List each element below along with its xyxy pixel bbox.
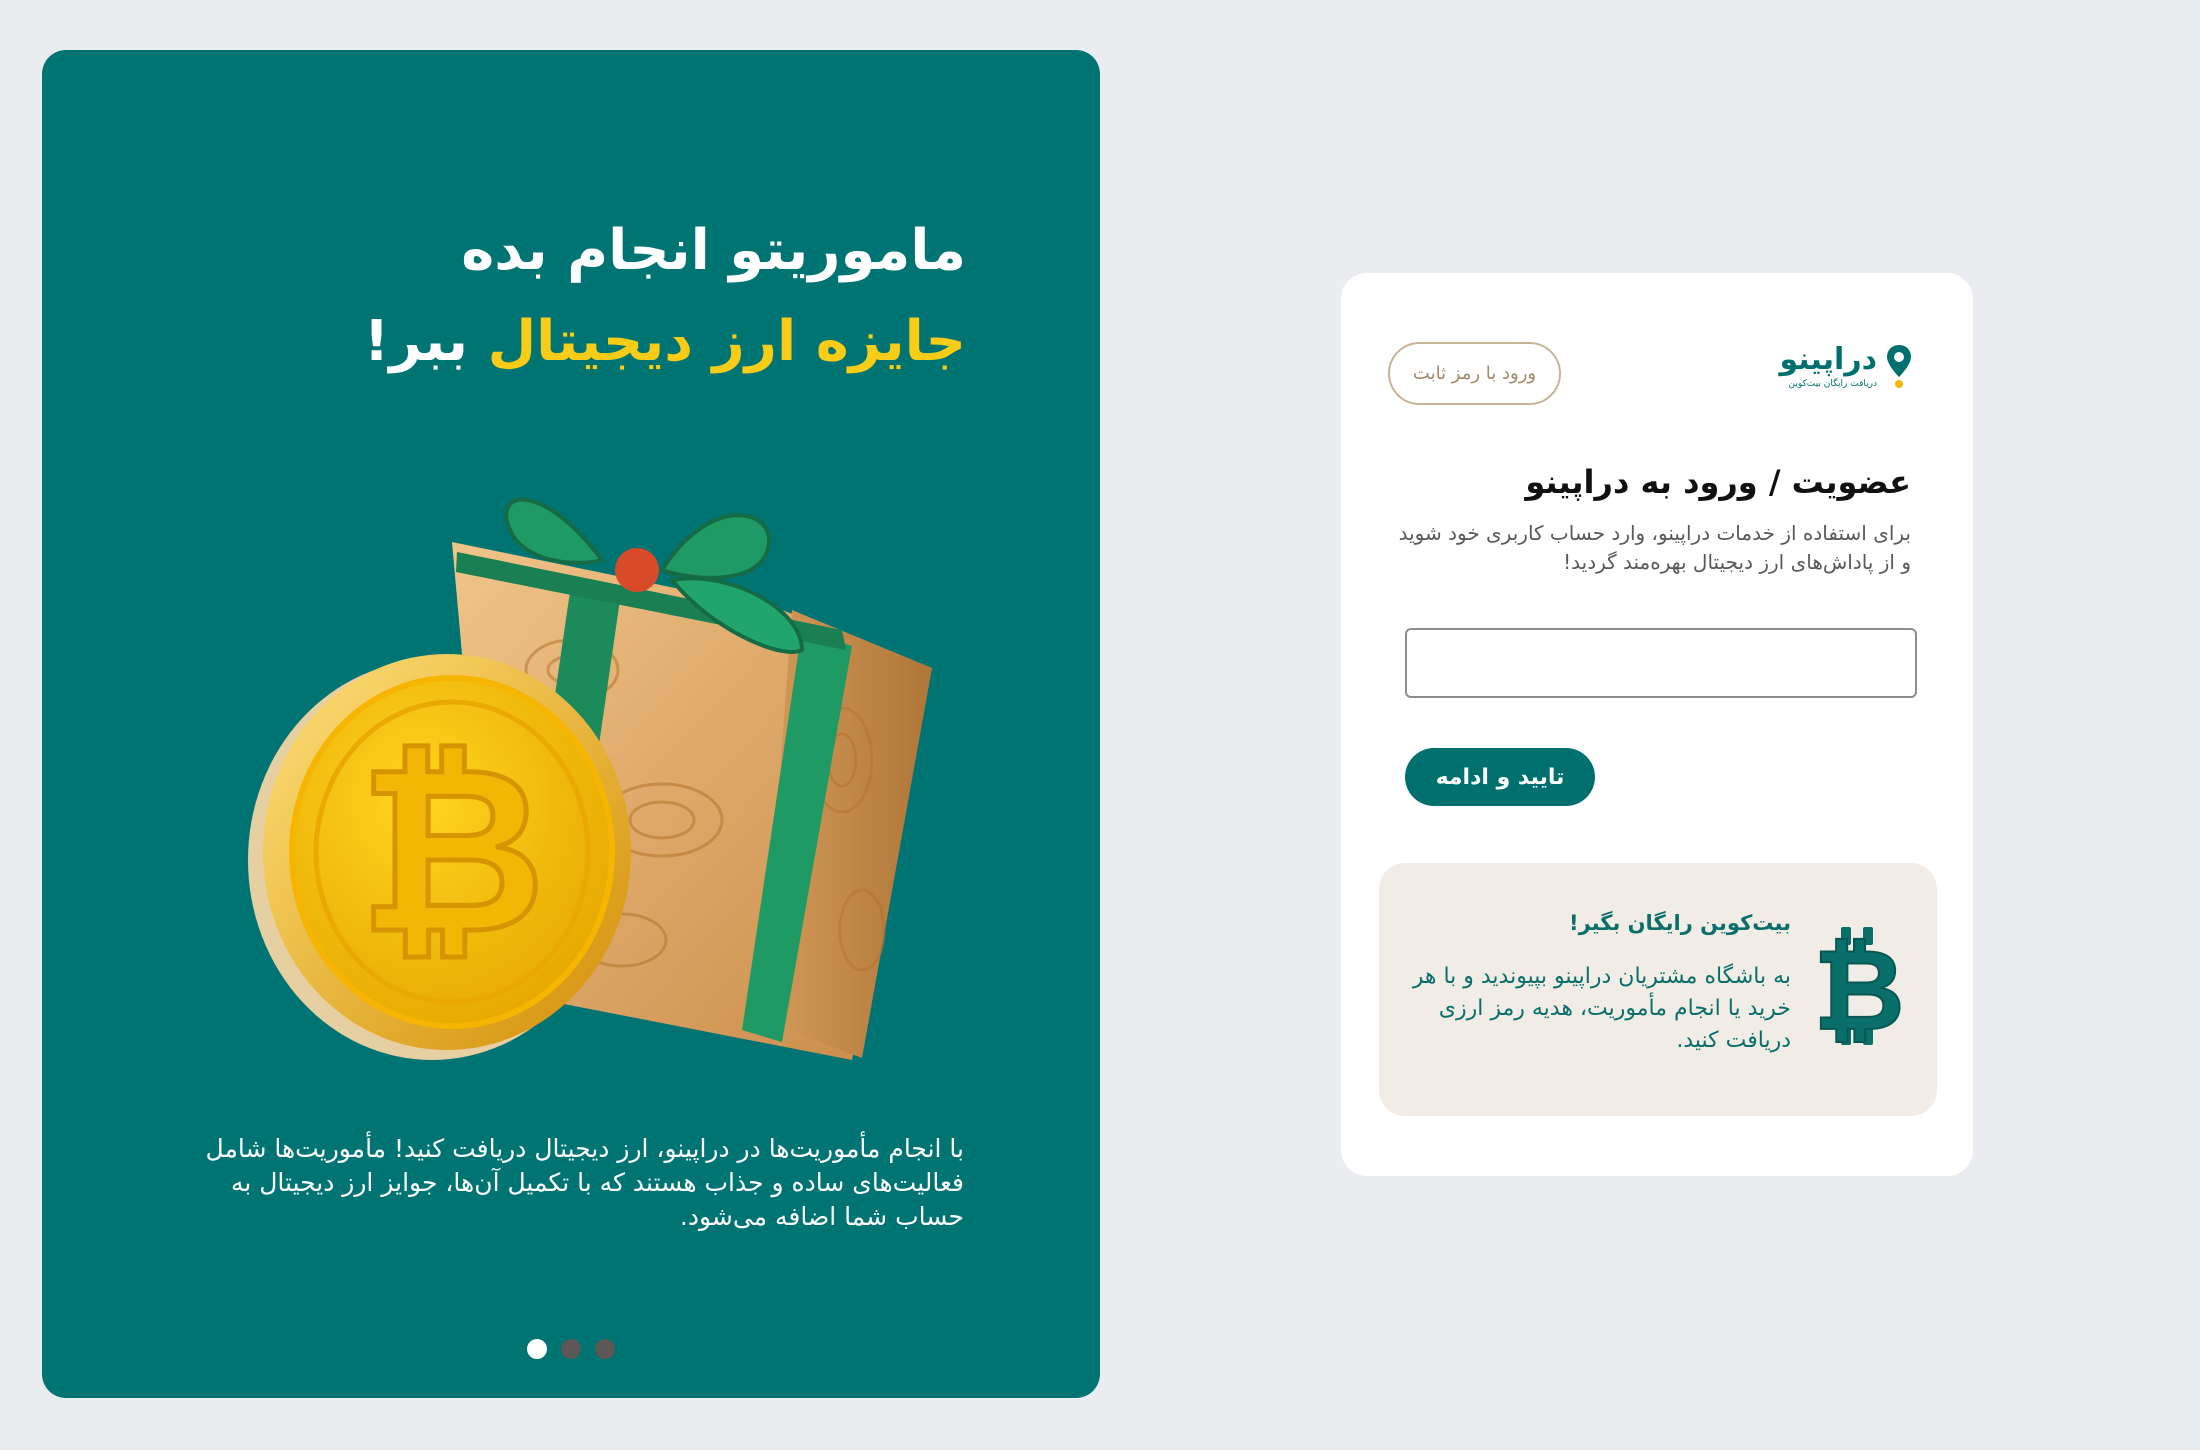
promo-headline-line2: جایزه ارز دیجیتال ببر!	[364, 301, 966, 382]
page: ماموریتو انجام بده جایزه ارز دیجیتال ببر…	[0, 0, 2200, 1450]
brand-logo: دراپینو دریافت رایگان بیت‌کوین	[1779, 343, 1913, 389]
fixed-password-login-button[interactable]: ورود با رمز ثابت	[1388, 342, 1561, 405]
promo-headline: ماموریتو انجام بده جایزه ارز دیجیتال ببر…	[364, 210, 966, 382]
location-pin-icon	[1887, 345, 1911, 388]
bitcoin-icon: ₿	[1812, 925, 1905, 1047]
promo-description: با انجام مأموریت‌ها در دراپینو، ارز دیجی…	[205, 1134, 964, 1231]
submit-continue-button[interactable]: تایید و ادامه	[1405, 748, 1595, 806]
bitcoin-promo-box: ₿ بیت‌کوین رایگان بگیر! به باشگاه مشتریا…	[1379, 863, 1937, 1116]
brand-tagline: دریافت رایگان بیت‌کوین	[1788, 379, 1877, 389]
promo-box-title: بیت‌کوین رایگان بگیر!	[1569, 911, 1791, 935]
promo-headline-suffix: ببر!	[363, 309, 469, 375]
login-description: برای استفاده از خدمات دراپینو، وارد حساب…	[1398, 521, 1911, 574]
promo-headline-highlight: جایزه ارز دیجیتال	[487, 309, 966, 375]
carousel-dot-2[interactable]	[561, 1339, 581, 1359]
login-card: دراپینو دریافت رایگان بیت‌کوین ورود با ر…	[1341, 273, 1973, 1176]
phone-input[interactable]	[1405, 628, 1917, 698]
brand-text: دراپینو دریافت رایگان بیت‌کوین	[1779, 343, 1877, 389]
svg-text:₿: ₿	[358, 718, 545, 985]
promo-panel: ماموریتو انجام بده جایزه ارز دیجیتال ببر…	[42, 50, 1100, 1398]
svg-text:₿: ₿	[1813, 926, 1904, 1047]
carousel-dots	[42, 1339, 1100, 1359]
carousel-dot-1[interactable]	[527, 1339, 547, 1359]
login-title: عضویت / ورود به دراپینو	[1525, 463, 1911, 501]
brand-name: دراپینو	[1779, 342, 1877, 377]
bitcoin-coin-gift-box-illustration: ₿	[248, 497, 932, 1060]
promo-headline-line1: ماموریتو انجام بده	[461, 218, 966, 283]
carousel-dot-3[interactable]	[595, 1339, 615, 1359]
promo-box-text: به باشگاه مشتریان دراپینو بپیوندید و با …	[1412, 964, 1791, 1053]
